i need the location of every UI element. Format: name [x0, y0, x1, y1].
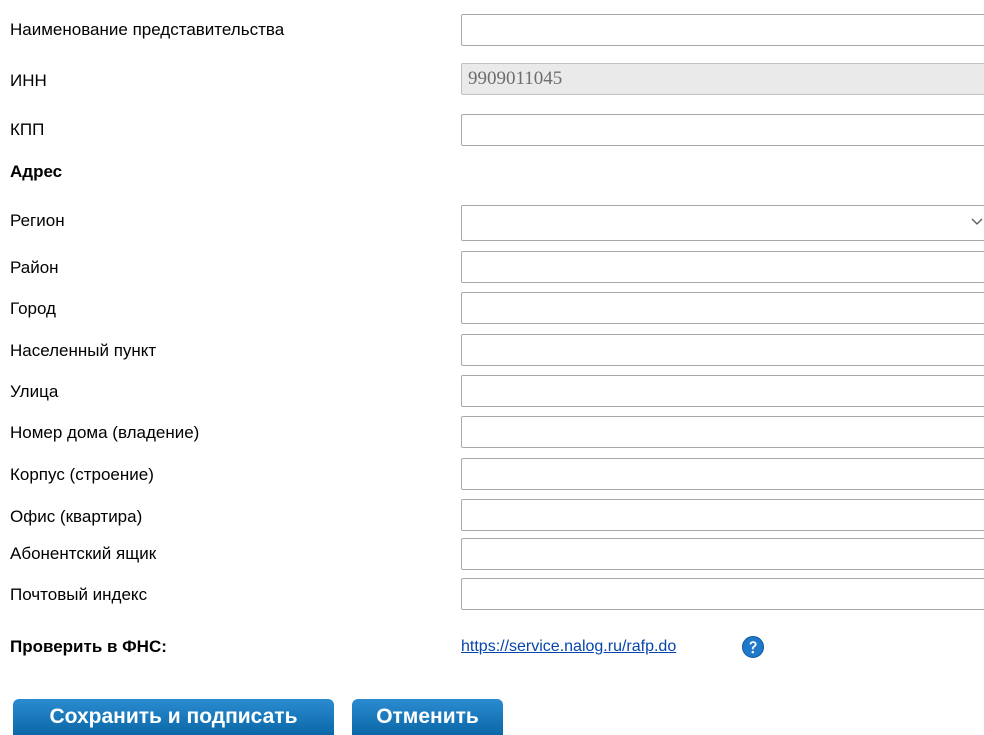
address-heading: Адрес	[10, 162, 63, 181]
chevron-down-icon[interactable]	[971, 214, 983, 228]
region-select[interactable]	[461, 205, 984, 241]
question-circle-icon[interactable]	[742, 636, 764, 658]
inn-input-value: 9909011045	[468, 68, 563, 89]
cancel-button[interactable]: Отменить	[352, 699, 503, 735]
street-label: Улица	[10, 382, 59, 401]
house-input[interactable]	[461, 416, 984, 448]
kpp-input[interactable]	[461, 114, 984, 146]
district-input[interactable]	[461, 251, 984, 283]
office-label: Офис (квартира)	[10, 507, 143, 526]
inn-label: ИНН	[10, 71, 47, 90]
city-label: Город	[10, 299, 56, 318]
inn-input[interactable]: 9909011045	[461, 63, 984, 95]
house-label: Номер дома (владение)	[10, 423, 200, 442]
office-input[interactable]	[461, 499, 984, 531]
fns-check-link[interactable]: https://service.nalog.ru/rafp.do	[461, 637, 676, 657]
locality-label: Населенный пункт	[10, 341, 157, 360]
postcode-input[interactable]	[461, 578, 984, 610]
street-input[interactable]	[461, 375, 984, 407]
kpp-label: КПП	[10, 120, 45, 139]
region-label: Регион	[10, 211, 65, 230]
city-input[interactable]	[461, 292, 984, 324]
building-input[interactable]	[461, 458, 984, 490]
save-and-sign-button[interactable]: Сохранить и подписать	[13, 699, 334, 735]
postcode-label: Почтовый индекс	[10, 585, 148, 604]
locality-input[interactable]	[461, 334, 984, 366]
building-label: Корпус (строение)	[10, 465, 154, 484]
name-input[interactable]	[461, 14, 984, 46]
pobox-label: Абонентский ящик	[10, 544, 157, 563]
pobox-input[interactable]	[461, 538, 984, 570]
name-label: Наименование представительства	[10, 20, 285, 39]
check-fns-label: Проверить в ФНС:	[10, 637, 167, 656]
district-label: Район	[10, 258, 59, 277]
